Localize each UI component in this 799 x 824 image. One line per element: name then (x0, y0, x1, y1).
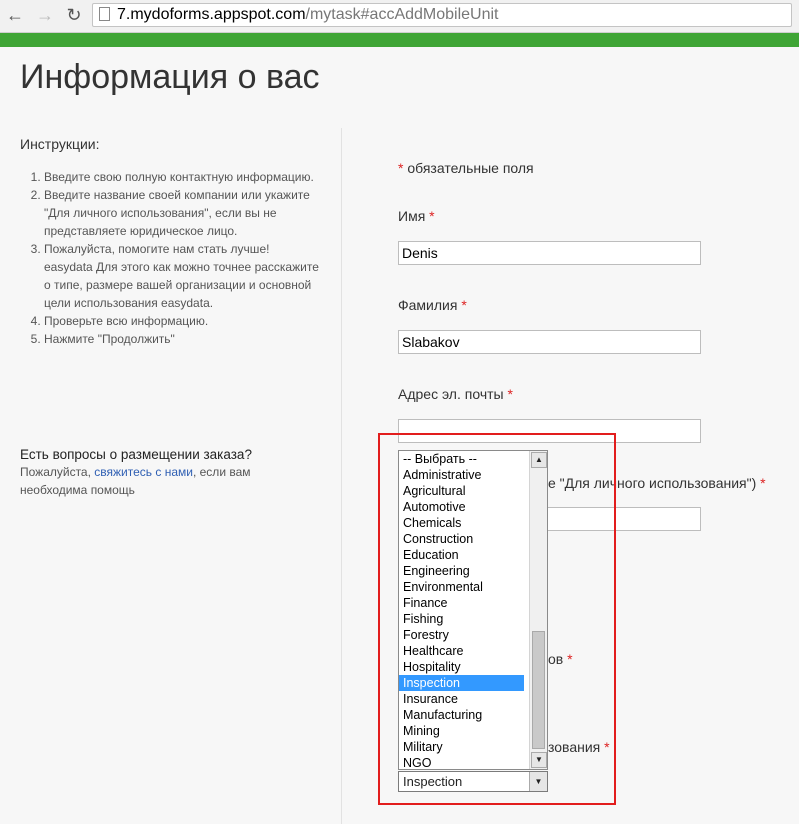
instruction-item: Пожалуйста, помогите нам стать лучше! ea… (44, 240, 320, 312)
page-icon (99, 7, 110, 21)
forward-arrow-icon[interactable]: → (34, 4, 56, 26)
instruction-item: Введите свою полную контактную информаци… (44, 168, 320, 186)
first-name-label: Имя * (398, 208, 435, 224)
required-note-text: обязательные поля (403, 160, 534, 176)
page-title: Информация о вас (20, 58, 320, 96)
back-arrow-icon[interactable]: ← (4, 4, 26, 26)
instruction-item: Проверьте всю информацию. (44, 312, 320, 330)
faq-title: Есть вопросы о размещении заказа? (20, 447, 252, 462)
browser-toolbar: ← → ↻ 7.mydoforms.appspot.com/mytask#acc… (0, 0, 799, 33)
instruction-item: Нажмите "Продолжить" (44, 330, 320, 348)
instructions-title: Инструкции: (20, 136, 100, 152)
required-note: * обязательные поля (398, 160, 534, 176)
email-label-text: Адрес эл. почты (398, 386, 508, 402)
email-label: Адрес эл. почты * (398, 386, 513, 402)
instructions-panel: Инструкции: Введите свою полную контактн… (20, 136, 320, 348)
reload-icon[interactable]: ↻ (63, 4, 85, 26)
first-name-label-text: Имя (398, 208, 430, 224)
url-path: /mytask#accAddMobileUnit (305, 6, 499, 23)
address-bar[interactable]: 7.mydoforms.appspot.com/mytask#accAddMob… (92, 3, 792, 27)
header-bar (0, 33, 799, 47)
required-mark: * (429, 208, 435, 224)
last-name-input[interactable] (398, 330, 701, 354)
last-name-label-text: Фамилия (398, 297, 462, 313)
required-mark: * (760, 475, 766, 491)
url-text: 7.mydoforms.appspot.com/mytask#accAddMob… (117, 5, 499, 25)
instructions-list: Введите свою полную контактную информаци… (20, 168, 320, 348)
last-name-label: Фамилия * (398, 297, 467, 313)
url-host: 7.mydoforms.appspot.com (117, 6, 306, 23)
column-divider (341, 128, 342, 824)
contact-us-link[interactable]: свяжитесь с нами (94, 465, 193, 479)
instruction-item: Введите название своей компании или укаж… (44, 186, 320, 240)
required-mark: * (461, 297, 467, 313)
faq-text: Пожалуйста, свяжитесь с нами, если вам н… (20, 463, 280, 499)
required-mark: * (507, 386, 513, 402)
faq-prefix: Пожалуйста, (20, 465, 95, 479)
first-name-input[interactable] (398, 241, 701, 265)
annotation-highlight-box (378, 433, 616, 805)
